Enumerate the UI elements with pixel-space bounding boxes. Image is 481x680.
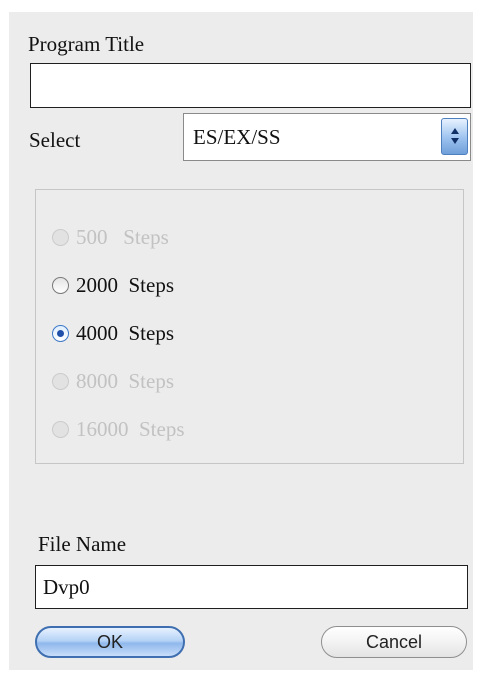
cancel-button[interactable]: Cancel [321, 626, 467, 658]
radio-2000-steps[interactable]: 2000 Steps [52, 271, 174, 299]
radio-label: 16000 Steps [76, 417, 185, 441]
select-value: ES/EX/SS [193, 125, 281, 149]
select-label: Select [29, 128, 81, 152]
radio-button-icon [52, 276, 69, 294]
radio-16000-steps[interactable]: 16000 Steps [52, 415, 185, 443]
radio-button-icon [52, 228, 69, 246]
program-title-input[interactable] [30, 63, 471, 108]
file-name-label: File Name [38, 532, 127, 556]
radio-8000-steps[interactable]: 8000 Steps [52, 367, 174, 395]
radio-500-steps[interactable]: 500 Steps [52, 223, 169, 251]
steps-group: 500 Steps 2000 Steps 4000 Steps 8000 Ste… [35, 189, 464, 464]
radio-label: 4000 Steps [76, 321, 175, 345]
file-name-input[interactable] [35, 565, 468, 609]
radio-4000-steps[interactable]: 4000 Steps [52, 319, 174, 347]
radio-label: 2000 Steps [76, 273, 175, 297]
radio-label: 8000 Steps [76, 369, 175, 393]
plc-model-select[interactable]: ES/EX/SS [183, 113, 471, 161]
radio-button-checked-icon [52, 324, 69, 342]
select-arrows-icon[interactable] [441, 118, 468, 155]
radio-button-icon [52, 420, 69, 438]
radio-button-icon [52, 372, 69, 390]
ok-button[interactable]: OK [35, 626, 185, 658]
radio-label: 500 Steps [76, 225, 169, 249]
program-dialog: Program Title Select ES/EX/SS 500 Steps … [9, 12, 473, 670]
program-title-label: Program Title [28, 32, 145, 56]
